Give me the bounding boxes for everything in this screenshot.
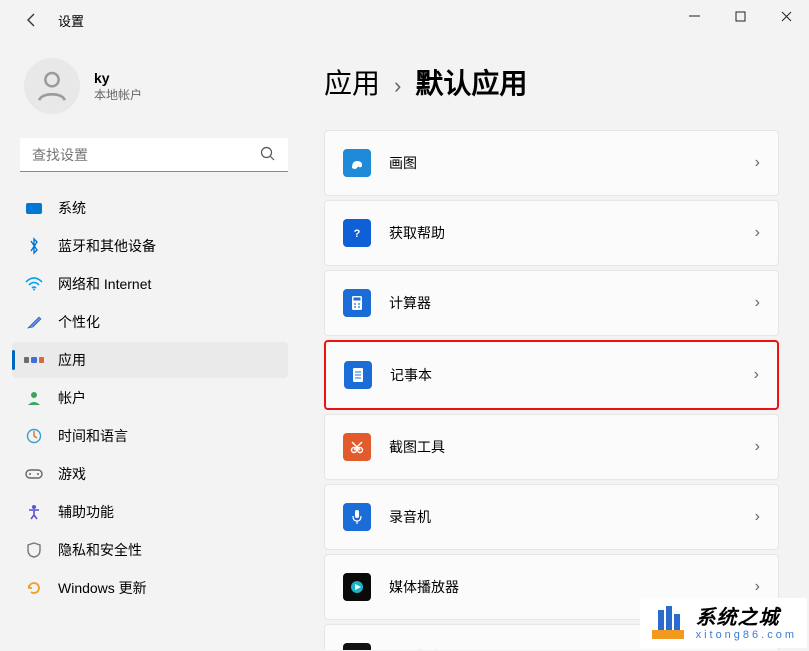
minimize-icon	[689, 11, 700, 22]
app-row-notepad[interactable]: 记事本 ›	[324, 340, 779, 410]
app-label: 截图工具	[389, 437, 755, 457]
back-button[interactable]	[18, 6, 46, 34]
avatar	[24, 58, 80, 114]
nav-label: Windows 更新	[58, 578, 147, 598]
gamepad-icon	[24, 464, 44, 484]
app-label: 获取帮助	[389, 223, 755, 243]
paint-app-icon	[343, 149, 371, 177]
window-controls	[671, 0, 809, 32]
paintbrush-icon	[24, 312, 44, 332]
titlebar: 设置	[0, 0, 809, 40]
breadcrumb: 应用 › 默认应用	[324, 62, 779, 102]
system-icon	[24, 198, 44, 218]
apps-icon	[24, 350, 44, 370]
nav-label: 应用	[58, 350, 86, 370]
eye-control-app-icon	[343, 643, 371, 650]
app-row-voice-recorder[interactable]: 录音机 ›	[324, 484, 779, 550]
nav-accounts[interactable]: 帐户	[12, 380, 288, 416]
notepad-app-icon	[344, 361, 372, 389]
watermark-title: 系统之城	[696, 607, 797, 629]
chevron-right-icon: ›	[755, 508, 760, 526]
nav: 系统 蓝牙和其他设备 网络和 Internet 个性化 应用 帐户	[12, 190, 300, 606]
chevron-right-icon: ›	[755, 154, 760, 172]
chevron-right-icon: ›	[755, 294, 760, 312]
nav-bluetooth[interactable]: 蓝牙和其他设备	[12, 228, 288, 264]
nav-label: 游戏	[58, 464, 86, 484]
watermark: 系统之城 xitong86.com	[640, 598, 807, 648]
nav-label: 系统	[58, 198, 86, 218]
minimize-button[interactable]	[671, 0, 717, 32]
chevron-right-icon: ›	[755, 224, 760, 242]
voice-recorder-app-icon	[343, 503, 371, 531]
app-row-get-help[interactable]: ? 获取帮助 ›	[324, 200, 779, 266]
search-wrap	[20, 138, 288, 172]
watermark-logo-icon	[646, 602, 690, 646]
calculator-app-icon	[343, 289, 371, 317]
bluetooth-icon	[24, 236, 44, 256]
nav-personalization[interactable]: 个性化	[12, 304, 288, 340]
main-pane: 应用 › 默认应用 画图 › ? 获取帮助 › 计算器 › 记事本 › 截图工具	[300, 40, 809, 650]
nav-label: 网络和 Internet	[58, 274, 151, 294]
nav-privacy[interactable]: 隐私和安全性	[12, 532, 288, 568]
breadcrumb-root[interactable]: 应用	[324, 62, 380, 102]
media-player-app-icon	[343, 573, 371, 601]
nav-gaming[interactable]: 游戏	[12, 456, 288, 492]
nav-system[interactable]: 系统	[12, 190, 288, 226]
snipping-tool-app-icon	[343, 433, 371, 461]
svg-text:?: ?	[354, 228, 361, 240]
profile-sub: 本地帐户	[94, 86, 142, 103]
close-icon	[781, 11, 792, 22]
nav-network[interactable]: 网络和 Internet	[12, 266, 288, 302]
app-row-snipping-tool[interactable]: 截图工具 ›	[324, 414, 779, 480]
app-label: 计算器	[389, 293, 755, 313]
user-icon	[33, 67, 71, 105]
chevron-right-icon: ›	[754, 366, 759, 384]
app-label: 录音机	[389, 507, 755, 527]
nav-update[interactable]: Windows 更新	[12, 570, 288, 606]
nav-label: 辅助功能	[58, 502, 114, 522]
person-icon	[24, 388, 44, 408]
page-title: 默认应用	[415, 62, 527, 102]
window-title: 设置	[58, 11, 84, 30]
maximize-icon	[735, 11, 746, 22]
update-icon	[24, 578, 44, 598]
help-app-icon: ?	[343, 219, 371, 247]
search-input[interactable]	[20, 138, 288, 172]
wifi-icon	[24, 274, 44, 294]
app-row-paint[interactable]: 画图 ›	[324, 130, 779, 196]
nav-apps[interactable]: 应用	[12, 342, 288, 378]
search-icon	[260, 146, 276, 167]
app-row-calculator[interactable]: 计算器 ›	[324, 270, 779, 336]
shield-icon	[24, 540, 44, 560]
app-label: 媒体播放器	[389, 577, 755, 597]
back-arrow-icon	[24, 12, 40, 28]
nav-time-language[interactable]: 时间和语言	[12, 418, 288, 454]
nav-label: 个性化	[58, 312, 100, 332]
nav-label: 时间和语言	[58, 426, 128, 446]
nav-label: 帐户	[58, 388, 86, 408]
app-label: 记事本	[390, 365, 754, 385]
profile-name: ky	[94, 70, 142, 86]
globe-clock-icon	[24, 426, 44, 446]
nav-accessibility[interactable]: 辅助功能	[12, 494, 288, 530]
nav-label: 蓝牙和其他设备	[58, 236, 156, 256]
accessibility-icon	[24, 502, 44, 522]
close-button[interactable]	[763, 0, 809, 32]
sidebar: ky 本地帐户 系统 蓝牙和其他设备 网络和 Internet	[0, 40, 300, 650]
chevron-right-icon: ›	[755, 578, 760, 596]
chevron-right-icon: ›	[755, 438, 760, 456]
app-label: 画图	[389, 153, 755, 173]
chevron-right-icon: ›	[394, 73, 401, 99]
profile[interactable]: ky 本地帐户	[12, 50, 300, 138]
maximize-button[interactable]	[717, 0, 763, 32]
nav-label: 隐私和安全性	[58, 540, 142, 560]
watermark-url: xitong86.com	[696, 629, 797, 641]
